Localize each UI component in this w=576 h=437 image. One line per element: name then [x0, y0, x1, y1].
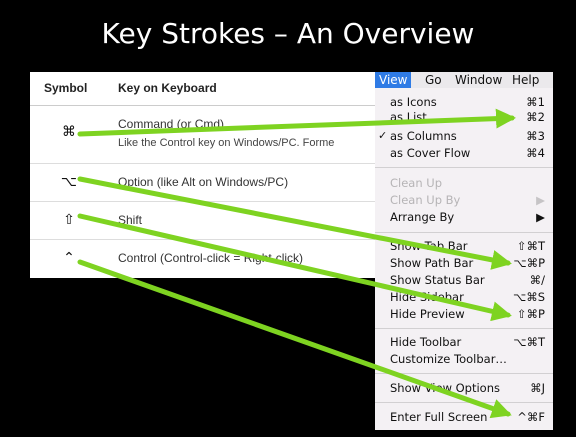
command-arrow	[77, 108, 516, 137]
annotation-arrows	[77, 108, 516, 419]
control-arrow	[77, 259, 512, 419]
shift-arrow	[77, 213, 512, 322]
option-arrow	[77, 176, 512, 270]
